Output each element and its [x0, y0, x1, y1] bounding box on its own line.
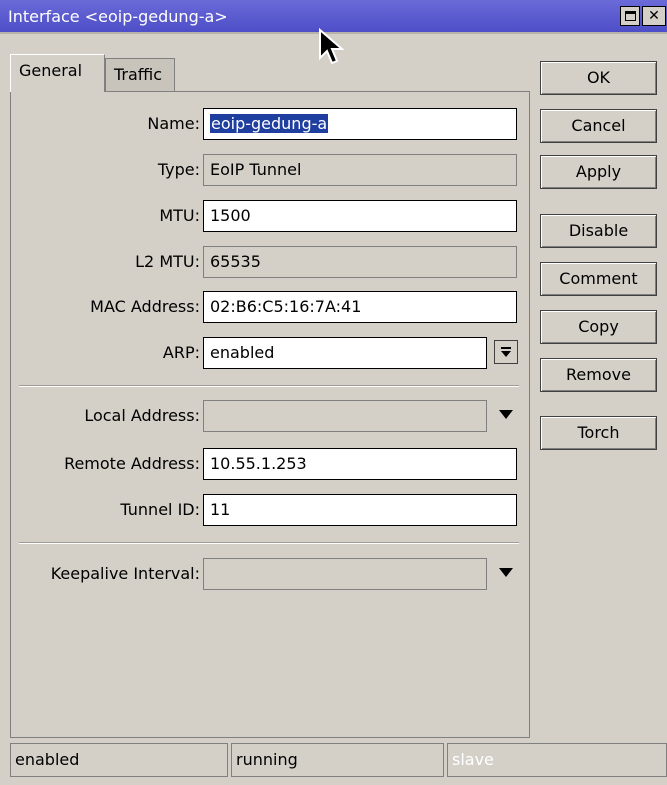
tab-traffic[interactable]: Traffic: [105, 58, 175, 92]
remote-address-input[interactable]: 10.55.1.253: [203, 448, 517, 480]
comment-button[interactable]: Comment: [540, 262, 657, 296]
type-label: Type:: [157, 160, 200, 179]
local-address-field[interactable]: [203, 400, 487, 432]
name-value: eoip-gedung-a: [210, 114, 329, 133]
cancel-button[interactable]: Cancel: [540, 109, 657, 143]
name-input[interactable]: eoip-gedung-a: [203, 108, 517, 140]
general-panel: Name: eoip-gedung-a Type: EoIP Tunnel MT…: [10, 91, 530, 738]
arp-dropdown-button[interactable]: [494, 340, 518, 364]
local-address-dropdown-icon[interactable]: [499, 410, 513, 419]
l2mtu-field: 65535: [203, 246, 517, 278]
keepalive-field[interactable]: [203, 558, 487, 590]
ok-button[interactable]: OK: [540, 61, 657, 95]
keepalive-row: Keepalive Interval:: [11, 558, 531, 590]
remove-button[interactable]: Remove: [540, 358, 657, 392]
copy-button[interactable]: Copy: [540, 310, 657, 344]
mouse-cursor-icon: [319, 28, 345, 65]
maximize-icon: [624, 11, 636, 21]
tab-traffic-label: Traffic: [114, 65, 163, 84]
mac-row: MAC Address: 02:B6:C5:16:7A:41: [11, 291, 531, 323]
local-address-row: Local Address:: [11, 400, 531, 432]
tunnel-id-row: Tunnel ID: 11: [11, 494, 531, 526]
remote-address-row: Remote Address: 10.55.1.253: [11, 448, 531, 480]
separator: [19, 542, 519, 544]
l2mtu-row: L2 MTU: 65535: [11, 246, 531, 278]
remote-address-label: Remote Address:: [64, 454, 200, 473]
status-running: running: [231, 743, 444, 777]
maximize-button[interactable]: [620, 6, 640, 26]
tab-general-label: General: [19, 61, 83, 80]
type-row: Type: EoIP Tunnel: [11, 154, 531, 186]
l2mtu-label: L2 MTU:: [135, 252, 200, 271]
tunnel-id-input[interactable]: 11: [203, 494, 517, 526]
mtu-row: MTU: 1500: [11, 200, 531, 232]
apply-button[interactable]: Apply: [540, 155, 657, 189]
torch-button[interactable]: Torch: [540, 416, 657, 450]
mac-label: MAC Address:: [90, 297, 200, 316]
tunnel-id-label: Tunnel ID:: [120, 500, 200, 519]
window-title: Interface <eoip-gedung-a>: [8, 7, 228, 26]
arp-label: ARP:: [162, 343, 200, 362]
close-button[interactable]: ✕: [642, 6, 666, 26]
mtu-input[interactable]: 1500: [203, 200, 517, 232]
type-field: EoIP Tunnel: [203, 154, 517, 186]
status-enabled: enabled: [10, 743, 228, 777]
keepalive-label: Keepalive Interval:: [50, 564, 200, 583]
name-label: Name:: [147, 114, 200, 133]
name-row: Name: eoip-gedung-a: [11, 108, 531, 140]
mac-address-input[interactable]: 02:B6:C5:16:7A:41: [203, 291, 517, 323]
disable-button[interactable]: Disable: [540, 214, 657, 248]
arp-row: ARP: enabled: [11, 337, 531, 369]
local-address-label: Local Address:: [84, 406, 200, 425]
keepalive-dropdown-icon[interactable]: [499, 568, 513, 577]
mtu-label: MTU:: [159, 206, 200, 225]
tab-general[interactable]: General: [10, 54, 105, 92]
separator: [19, 385, 519, 387]
status-slave: slave: [447, 743, 667, 777]
arrow-down-bar-icon: [501, 347, 511, 357]
arp-select[interactable]: enabled: [203, 337, 487, 369]
close-icon: ✕: [648, 8, 660, 24]
